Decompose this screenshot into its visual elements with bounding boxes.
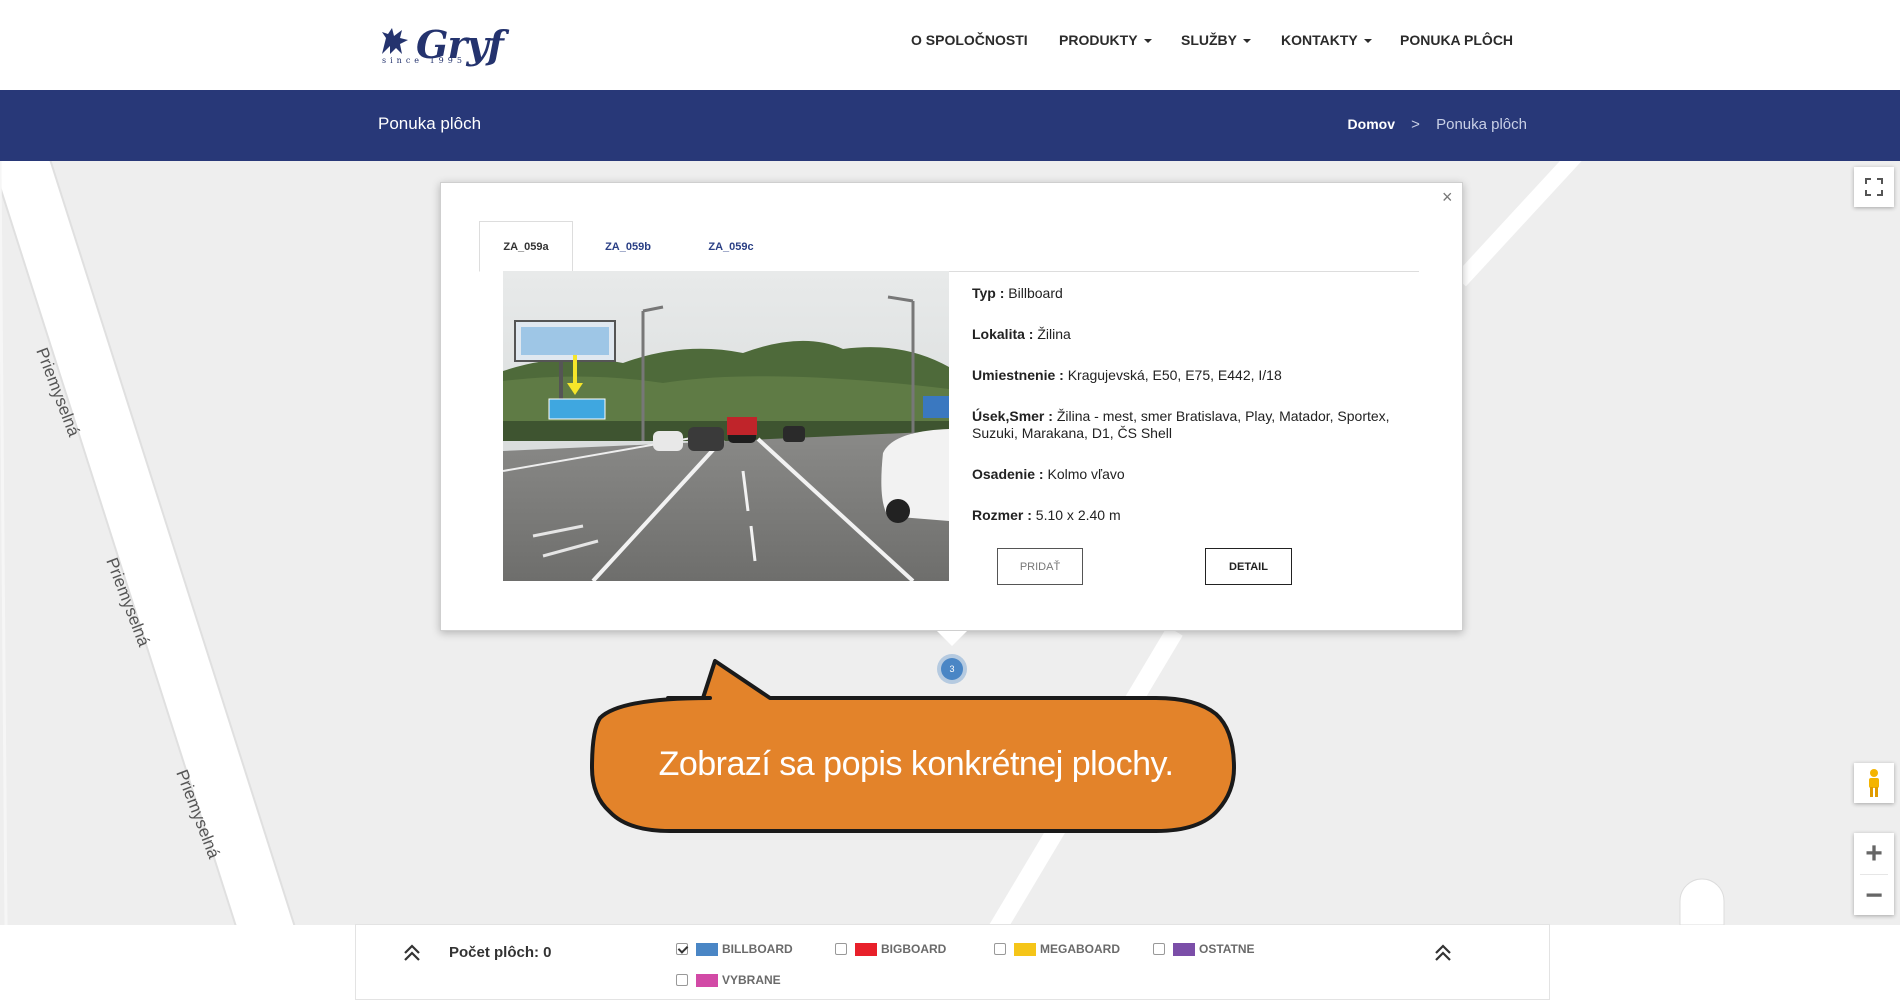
detail-button[interactable]: DETAIL <box>1205 548 1292 585</box>
megaboard-color-swatch <box>1014 942 1036 956</box>
callout-text: Zobrazí sa popis konkrétnej plochy. <box>658 745 1174 783</box>
detail-lokalita: Lokalita : Žilina <box>972 326 1402 343</box>
add-button[interactable]: PRIDAŤ <box>997 548 1083 585</box>
nav-label: SLUŽBY <box>1181 32 1237 48</box>
breadcrumb-home-link[interactable]: Domov <box>1348 116 1395 132</box>
bigboard-checkbox[interactable] <box>835 943 847 955</box>
nav-label: PRODUKTY <box>1059 32 1138 48</box>
road-scene-image <box>503 271 949 581</box>
breadcrumb: Domov > Ponuka plôch <box>1348 116 1527 133</box>
filter-label: BIGBOARD <box>881 942 947 956</box>
filter-label: VYBRANE <box>722 973 781 987</box>
tab-za-059b[interactable]: ZA_059b <box>581 221 675 272</box>
nav-label: PONUKA PLÔCH <box>1400 32 1514 48</box>
zoom-in-button[interactable]: + <box>1854 833 1894 874</box>
street-view-button[interactable] <box>1854 763 1894 803</box>
fullscreen-icon <box>1865 178 1883 196</box>
info-window-pointer <box>937 631 967 646</box>
filter-megaboard[interactable]: MEGABOARD <box>994 942 1120 956</box>
filter-label: OSTATNE <box>1199 942 1255 956</box>
nav-item-sluzby[interactable]: SLUŽBY <box>1181 32 1251 48</box>
detail-osadenie: Osadenie : Kolmo vľavo <box>972 466 1402 483</box>
site-count: Počet plôch: 0 <box>449 944 552 961</box>
vybrane-checkbox[interactable] <box>676 974 688 986</box>
zoom-out-button[interactable]: − <box>1854 875 1894 916</box>
detail-label: Osadenie : <box>972 466 1044 482</box>
detail-rozmer: Rozmer : 5.10 x 2.40 m <box>972 507 1402 524</box>
nav-label: KONTAKTY <box>1281 32 1358 48</box>
nav-item-produkty[interactable]: PRODUKTY <box>1059 32 1152 48</box>
billboard-color-swatch <box>696 942 718 956</box>
filter-label: BILLBOARD <box>722 942 793 956</box>
nav-item-kontakty[interactable]: KONTAKTY <box>1281 32 1372 48</box>
vybrane-color-swatch <box>696 973 718 987</box>
close-icon[interactable]: × <box>1442 187 1453 208</box>
detail-usek-smer: Úsek,Smer : Žilina - mest, smer Bratisla… <box>972 408 1402 442</box>
breadcrumb-current: Ponuka plôch <box>1436 116 1527 133</box>
ostatne-checkbox[interactable] <box>1153 943 1165 955</box>
detail-value: Žilina <box>1037 326 1071 342</box>
double-chevron-up-icon[interactable] <box>402 943 422 963</box>
page-title: Ponuka plôch <box>378 114 482 133</box>
billboard-checkbox[interactable] <box>676 943 688 955</box>
filter-label: MEGABOARD <box>1040 942 1120 956</box>
caret-down-icon <box>1363 39 1372 44</box>
nav-item-o-spolocnosti[interactable]: O SPOLOČNOSTI <box>911 32 1028 48</box>
filter-legend-bar: Počet plôch: 0 BILLBOARD BIGBOARD MEGABO… <box>355 924 1550 1000</box>
detail-label: Umiestnenie : <box>972 367 1064 383</box>
detail-typ: Typ : Billboard <box>972 285 1402 302</box>
caret-down-icon <box>1143 39 1152 44</box>
detail-label: Rozmer : <box>972 507 1032 523</box>
tab-za-059c[interactable]: ZA_059c <box>684 221 778 272</box>
bigboard-color-swatch <box>855 942 877 956</box>
main-nav: O SPOLOČNOSTI PRODUKTY SLUŽBY KONTAKTY P… <box>0 32 1900 52</box>
logo-tagline: since 1995 <box>382 56 466 65</box>
site-tabs: ZA_059a ZA_059b ZA_059c <box>479 221 1419 272</box>
fullscreen-button[interactable] <box>1854 167 1894 207</box>
tab-za-059a[interactable]: ZA_059a <box>479 221 573 272</box>
zoom-controls: + − <box>1854 833 1894 915</box>
breadcrumb-separator: > <box>1411 116 1420 133</box>
nav-label: O SPOLOČNOSTI <box>911 32 1028 48</box>
site-details: Typ : Billboard Lokalita : Žilina Umiest… <box>972 285 1402 548</box>
detail-label: Typ : <box>972 285 1005 301</box>
detail-label: Úsek,Smer : <box>972 408 1053 424</box>
detail-value: Kolmo vľavo <box>1047 466 1125 482</box>
megaboard-checkbox[interactable] <box>994 943 1006 955</box>
billboard-photo <box>503 271 949 581</box>
info-window: × ZA_059a ZA_059b ZA_059c Typ: Billboar… <box>440 182 1463 631</box>
double-chevron-up-icon[interactable] <box>1433 943 1453 963</box>
detail-value: 5.10 x 2.40 m <box>1035 507 1121 523</box>
detail-label: Lokalita : <box>972 326 1034 342</box>
page-title-bar: Ponuka plôch Domov > Ponuka plôch <box>0 90 1900 161</box>
pegman-icon <box>1869 769 1879 797</box>
filter-ostatne[interactable]: OSTATNE <box>1153 942 1255 956</box>
filter-bigboard[interactable]: BIGBOARD <box>835 942 946 956</box>
nav-item-ponuka-ploch[interactable]: PONUKA PLÔCH <box>1400 32 1513 48</box>
filter-billboard[interactable]: BILLBOARD <box>676 942 793 956</box>
top-navigation-bar: Gryf since 1995 O SPOLOČNOSTI PRODUKTY S… <box>0 0 1900 90</box>
caret-down-icon <box>1243 39 1251 44</box>
detail-value: Billboard <box>1008 285 1063 301</box>
detail-umiestnenie: Umiestnenie : Kragujevská, E50, E75, E44… <box>972 367 1402 384</box>
detail-value: Kragujevská, E50, E75, E442, I/18 <box>1067 367 1282 383</box>
ostatne-color-swatch <box>1173 942 1195 956</box>
filter-vybrane[interactable]: VYBRANE <box>676 973 781 987</box>
